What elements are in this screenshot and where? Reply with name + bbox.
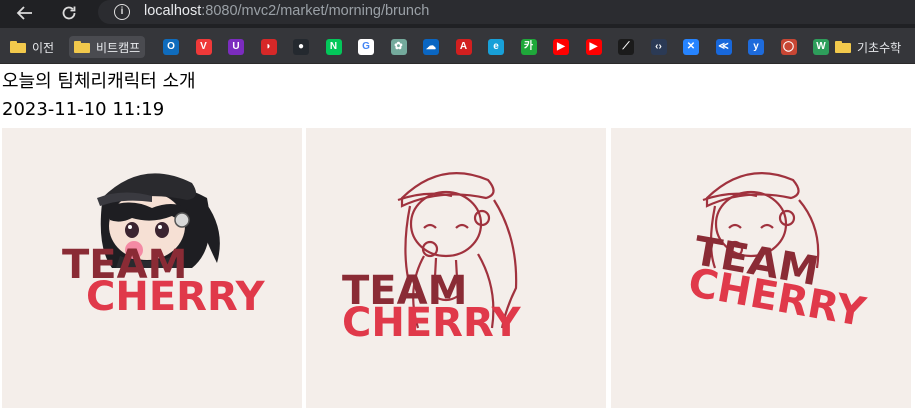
chatgpt-icon[interactable]: ✿	[390, 39, 407, 55]
page-date: 2023-11-10 11:19	[2, 99, 165, 120]
character-image-3: TEAM CHERRY	[611, 128, 911, 408]
folder-icon	[74, 41, 90, 53]
outlook-icon[interactable]: O	[163, 39, 179, 55]
bookmark-folder-bitcamp[interactable]: 비트캠프	[69, 36, 146, 58]
jira-icon[interactable]: ✕	[683, 39, 699, 55]
github-icon[interactable]: ●	[293, 39, 309, 55]
logo-text-cherry: CHERRY	[342, 300, 522, 346]
kakao-icon[interactable]: 카	[520, 39, 537, 55]
site-info-icon[interactable]: i	[114, 4, 130, 20]
edge-icon[interactable]: e	[488, 39, 504, 55]
bookmark-label: 비트캠프	[96, 40, 141, 55]
youtube-icon-2[interactable]: ▶	[585, 39, 602, 55]
folder-icon	[10, 41, 26, 53]
code-icon[interactable]: ‹›	[650, 39, 667, 55]
back-icon[interactable]	[12, 2, 38, 24]
naver-icon[interactable]: N	[325, 39, 342, 55]
reload-icon[interactable]	[56, 2, 82, 24]
bookmark-label: 이전	[32, 40, 55, 55]
magnet-icon[interactable]: ◗	[260, 39, 277, 55]
u-app-icon[interactable]: U	[228, 39, 244, 55]
character-image-2: TEAM CHERRY	[306, 128, 606, 408]
acrobat-icon[interactable]: A	[455, 39, 472, 55]
address-bar[interactable]: i localhost:8080/mvc2/market/morning/bru…	[98, 0, 915, 24]
chart-icon[interactable]: ⟋	[618, 39, 634, 55]
google-icon[interactable]: G	[358, 39, 374, 55]
confluence-icon[interactable]: ≪	[715, 39, 732, 55]
browser-toolbar: i localhost:8080/mvc2/market/morning/bru…	[0, 0, 915, 28]
bookmark-folder-prev[interactable]: 이전	[10, 36, 54, 58]
character-image-1: TEAM CHERRY	[2, 128, 302, 408]
oracle-icon[interactable]: ◯	[780, 39, 797, 55]
yes-icon[interactable]: y	[748, 39, 764, 55]
url-text[interactable]: localhost:8080/mvc2/market/morning/brunc…	[144, 3, 429, 19]
folder-icon	[835, 41, 851, 53]
page-title: 오늘의 팀체리캐릭터 소개	[2, 71, 196, 92]
w-icon[interactable]: W	[813, 39, 829, 55]
url-path: :8080/mvc2/market/morning/brunch	[201, 3, 430, 19]
onedrive-icon[interactable]: ☁	[423, 39, 439, 55]
url-host: localhost	[144, 3, 202, 19]
vivaldi-icon[interactable]: V	[195, 39, 212, 55]
bookmark-folder-math[interactable]: 기초수학	[835, 36, 901, 58]
logo-text-cherry: CHERRY	[86, 274, 266, 320]
youtube-icon[interactable]: ▶	[553, 39, 569, 55]
bookmark-label: 기초수학	[857, 40, 902, 55]
bookmarks-bar: 이전 비트캠프 O V U ◗ ● N G ✿ ☁ Ae 카 ▶ ▶ ⟋ ‹› ✕ ≪ y ◯ W 기초수학	[0, 28, 915, 64]
